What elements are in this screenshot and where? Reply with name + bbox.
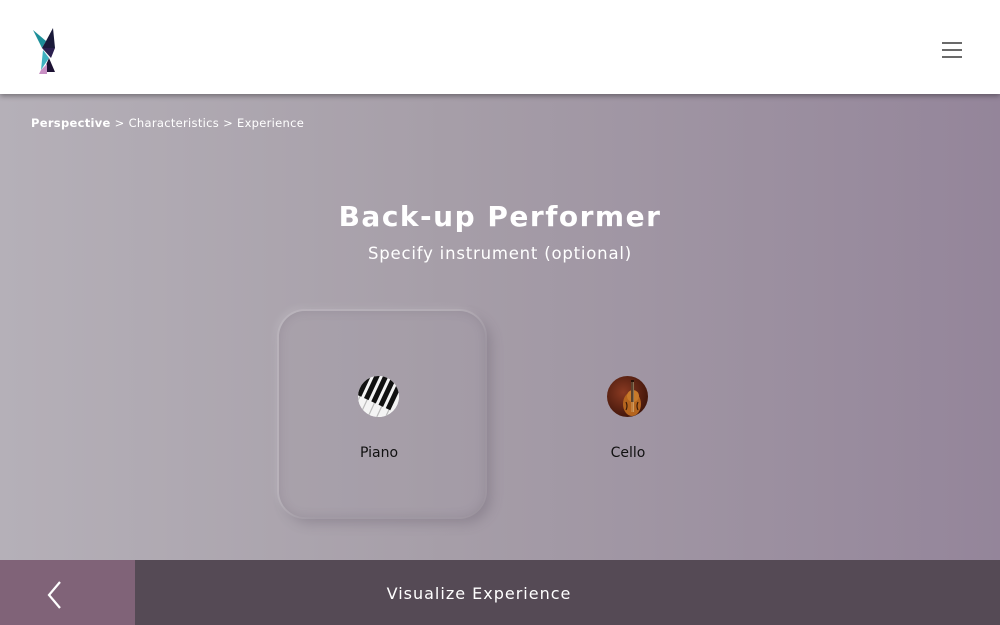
hamburger-menu-button[interactable] (940, 38, 964, 62)
instrument-option-piano[interactable]: Piano (279, 311, 485, 517)
breadcrumb: Perspective > Characteristics > Experience (31, 116, 304, 130)
instrument-label-cello: Cello (610, 445, 646, 461)
breadcrumb-perspective[interactable]: Perspective (31, 116, 111, 130)
chevron-left-icon (47, 581, 61, 609)
back-button[interactable] (0, 560, 135, 625)
hamburger-menu-icon (942, 42, 962, 58)
brand-logo-icon[interactable] (33, 28, 59, 74)
piano-keys-icon (358, 376, 399, 417)
instrument-label-piano: Piano (359, 445, 399, 461)
breadcrumb-characteristics[interactable]: Characteristics (129, 116, 219, 130)
page-title: Back-up Performer (338, 200, 662, 233)
visualize-experience-button[interactable]: Visualize Experience (135, 560, 1000, 625)
breadcrumb-separator: > (114, 116, 125, 130)
visualize-experience-label: Visualize Experience (386, 584, 572, 603)
page-subtitle: Specify instrument (optional) (368, 244, 632, 263)
cello-icon (607, 376, 648, 417)
app-header (0, 0, 1000, 94)
breadcrumb-experience[interactable]: Experience (237, 116, 304, 130)
instrument-option-cello[interactable]: Cello (528, 311, 734, 517)
breadcrumb-separator: > (223, 116, 233, 130)
